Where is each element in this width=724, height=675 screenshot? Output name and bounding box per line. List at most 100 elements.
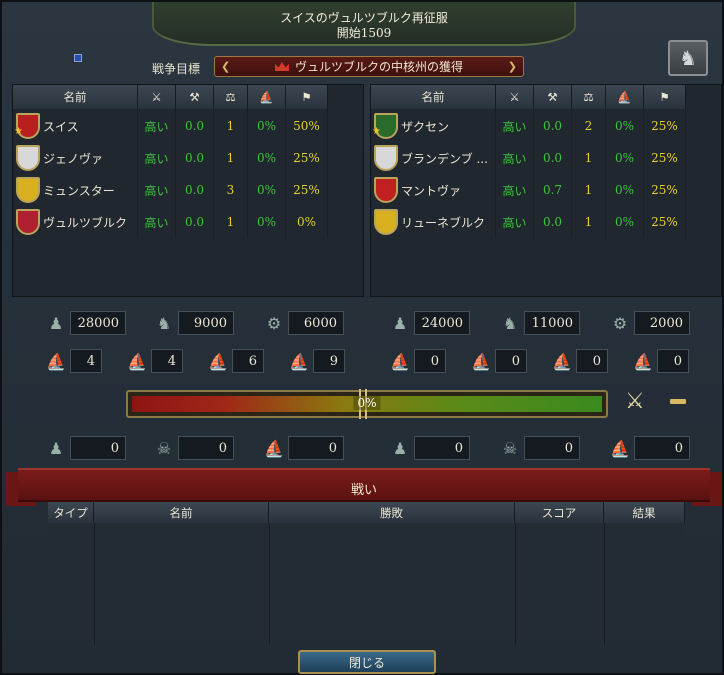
defender-galleys: ⛵ 0 [548, 349, 608, 373]
participant-stat-5: 25% [286, 174, 328, 206]
transport-icon: ⛵ [633, 351, 653, 371]
defender-artillery: ⚙ 2000 [606, 311, 690, 335]
heavy-ship-icon: ⛵ [46, 351, 66, 371]
ship-column-icon[interactable]: ⛵ [606, 85, 644, 109]
battles-banner: 戦い [18, 468, 710, 502]
participant-row[interactable]: ヴュルツブルク 高い 0.0 1 0% 0% [13, 206, 363, 238]
attacker-light-ships: ⛵ 4 [123, 349, 183, 373]
country-shield-icon[interactable] [374, 177, 398, 203]
war-window: スイスのヴュルツブルク再征服 開始1509 戦争目標 ❮ ヴュルツブルクの中核州… [0, 0, 724, 675]
skull-icon: ☠ [502, 438, 518, 458]
attacker-heavy-ships-value: 4 [70, 349, 102, 373]
participant-row[interactable]: ★ ザクセン 高い 0.0 2 0% 25% [371, 110, 721, 142]
negotiate-peace-button[interactable]: ♞ [668, 40, 708, 76]
participant-stat-3: 1 [214, 110, 248, 142]
defender-infantry-losses-value: 0 [414, 436, 470, 460]
infantry-loss-icon: ♟ [392, 438, 408, 458]
participant-stat-4: 0% [606, 174, 644, 206]
attacker-galleys-value: 6 [232, 349, 264, 373]
battles-column-result[interactable]: 勝敗 [269, 502, 515, 523]
participant-stat-3: 2 [572, 110, 606, 142]
infantry-loss-icon: ♟ [48, 438, 64, 458]
participant-stat-4: 0% [606, 206, 644, 238]
country-shield-icon[interactable] [16, 177, 40, 203]
war-goal-box[interactable]: ❮ ヴュルツブルクの中核州の獲得 ❯ [214, 56, 524, 77]
participant-name[interactable]: ジェノヴァ [13, 142, 138, 174]
ship-column-icon[interactable]: ⛵ [248, 85, 286, 109]
participant-name[interactable]: ブランデンブ ... [371, 142, 496, 174]
defender-cavalry-value: 11000 [524, 311, 580, 335]
country-shield-icon[interactable] [374, 209, 398, 235]
defender-infantry-losses: ♟ 0 [386, 436, 470, 460]
battles-column-score[interactable]: スコア [515, 502, 604, 523]
participant-name[interactable]: ★ スイス [13, 110, 138, 142]
cannon-column-icon[interactable]: ⚑ [286, 85, 328, 109]
diplomat-icon: ♞ [679, 46, 697, 70]
country-shield-icon[interactable] [16, 145, 40, 171]
flag-icon[interactable] [74, 54, 82, 62]
defender-galleys-value: 0 [576, 349, 608, 373]
participant-stat-5: 0% [286, 206, 328, 238]
ship-loss-icon: ⛵ [264, 438, 284, 458]
scales-column-icon[interactable]: ⚖ [214, 85, 248, 109]
galley-icon: ⛵ [208, 351, 228, 371]
participant-row[interactable]: リューネブルク 高い 0.0 1 0% 25% [371, 206, 721, 238]
participant-name[interactable]: ★ ザクセン [371, 110, 496, 142]
attacker-cavalry-losses-value: 0 [178, 436, 234, 460]
close-button[interactable]: 閉じる [298, 650, 436, 674]
war-leader-star-icon: ★ [372, 126, 381, 137]
participant-row[interactable]: マントヴァ 高い 0.7 1 0% 25% [371, 174, 721, 206]
battles-table: タイプ 名前 勝敗 スコア 結果 [48, 502, 685, 645]
participant-stat-1: 高い [496, 110, 534, 142]
battles-column-outcome[interactable]: 結果 [604, 502, 685, 523]
artillery-icon: ⚙ [266, 313, 282, 333]
defender-ship-losses: ⛵ 0 [606, 436, 690, 460]
participant-stat-5: 25% [644, 174, 686, 206]
tools-column-icon[interactable]: ⚒ [534, 85, 572, 109]
infantry-icon: ♟ [48, 313, 64, 333]
participant-stat-4: 0% [606, 110, 644, 142]
participant-name[interactable]: マントヴァ [371, 174, 496, 206]
defender-artillery-value: 2000 [634, 311, 690, 335]
participant-name[interactable]: ヴュルツブルク [13, 206, 138, 238]
swords-column-icon[interactable]: ⚔ [138, 85, 176, 109]
country-shield-icon[interactable] [16, 209, 40, 235]
attackers-panel: 名前 ⚔ ⚒ ⚖ ⛵ ⚑ ★ スイス 高い 0.0 1 0% 50% ジェノヴァ 高い 0.0 1 0… [12, 84, 364, 297]
warscore-bar[interactable]: 0% [126, 389, 608, 419]
cannon-column-icon[interactable]: ⚑ [644, 85, 686, 109]
attacker-galleys: ⛵ 6 [204, 349, 264, 373]
swords-column-icon[interactable]: ⚔ [496, 85, 534, 109]
war-goal-label: 戦争目標 [152, 62, 201, 76]
attacker-infantry-losses-value: 0 [70, 436, 126, 460]
participant-name-text: ジェノヴァ [43, 151, 104, 166]
defender-cavalry-losses: ☠ 0 [496, 436, 580, 460]
attacker-ship-losses: ⛵ 0 [260, 436, 344, 460]
country-shield-icon[interactable] [374, 145, 398, 171]
column-divider [604, 523, 605, 645]
defender-infantry-value: 24000 [414, 311, 470, 335]
battles-column-type[interactable]: タイプ [48, 502, 94, 523]
column-divider [94, 523, 95, 645]
participant-stat-3: 1 [214, 206, 248, 238]
minus-icon[interactable] [670, 399, 686, 404]
participant-name[interactable]: リューネブルク [371, 206, 496, 238]
tools-column-icon[interactable]: ⚒ [176, 85, 214, 109]
attackers-header: 名前 ⚔ ⚒ ⚖ ⛵ ⚑ [13, 85, 363, 110]
column-name[interactable]: 名前 [371, 85, 496, 109]
crossed-swords-icon[interactable]: ⚔ [625, 389, 645, 414]
participant-row[interactable]: ジェノヴァ 高い 0.0 1 0% 25% [13, 142, 363, 174]
attacker-ship-losses-value: 0 [288, 436, 344, 460]
battles-header: タイプ 名前 勝敗 スコア 結果 [48, 502, 685, 523]
participant-row[interactable]: ミュンスター 高い 0.0 3 0% 25% [13, 174, 363, 206]
scales-column-icon[interactable]: ⚖ [572, 85, 606, 109]
defender-ship-losses-value: 0 [634, 436, 690, 460]
participant-stat-1: 高い [496, 174, 534, 206]
column-name[interactable]: 名前 [13, 85, 138, 109]
participant-row[interactable]: ★ スイス 高い 0.0 1 0% 50% [13, 110, 363, 142]
attacker-transports: ⛵ 9 [285, 349, 345, 373]
participant-name[interactable]: ミュンスター [13, 174, 138, 206]
participant-row[interactable]: ブランデンブ ... 高い 0.0 1 0% 25% [371, 142, 721, 174]
battles-column-name[interactable]: 名前 [94, 502, 269, 523]
attacker-infantry-value: 28000 [70, 311, 126, 335]
defender-cavalry-losses-value: 0 [524, 436, 580, 460]
